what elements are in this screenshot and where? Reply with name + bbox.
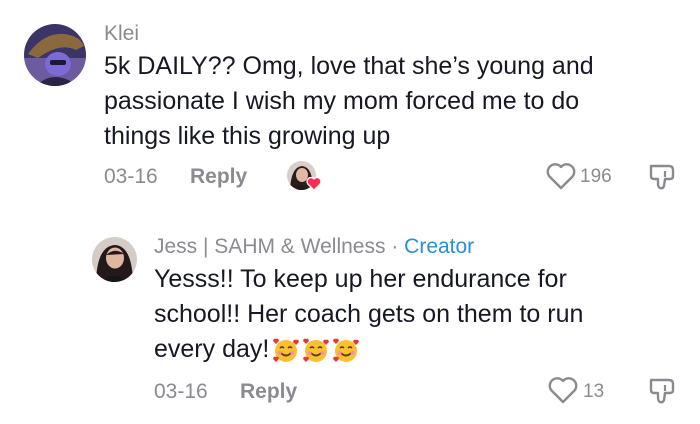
emoji-group (271, 335, 361, 365)
comment-text-line: things like this growing up (104, 122, 391, 150)
dislike-icon (649, 164, 675, 190)
comment-date: 03-16 (104, 165, 158, 188)
reply-text-line: Yesss!! To keep up her endurance for (154, 265, 567, 293)
comment-text: 5k DAILY?? Omg, love that she’s young an… (104, 49, 664, 154)
creator-liked-badge (287, 161, 323, 193)
comment-like-button[interactable] (545, 162, 577, 191)
reply-username[interactable]: Jess | SAHM & Wellness (154, 235, 385, 258)
comment-reply-button[interactable]: Reply (190, 165, 247, 189)
smiling-face-with-hearts-emoji (273, 338, 300, 362)
commenter-avatar[interactable] (24, 24, 86, 86)
reply-like-button[interactable] (547, 376, 579, 405)
comment-like-count: 196 (580, 166, 612, 187)
commenter-username[interactable]: Klei (104, 22, 139, 46)
reply-text-line: school!! Her coach gets on them to run (154, 300, 584, 328)
reply-dislike-button[interactable] (645, 376, 679, 406)
user-avatar-icon (24, 24, 86, 86)
heart-outline-icon (548, 377, 578, 404)
user-avatar-icon (92, 237, 137, 282)
heart-outline-icon (546, 163, 576, 190)
reply-author-line: Jess | SAHM & Wellness · Creator (154, 235, 474, 259)
name-separator: · (391, 235, 399, 258)
creator-avatar[interactable] (92, 237, 137, 282)
reply-date: 03-16 (154, 380, 208, 403)
reply-reply-button[interactable]: Reply (240, 380, 297, 404)
creator-badge: Creator (404, 235, 475, 258)
comment-dislike-button[interactable] (645, 162, 679, 192)
reply-text: Yesss!! To keep up her endurance for sch… (154, 262, 674, 367)
dislike-icon (649, 378, 675, 404)
smiling-face-with-hearts-emoji (333, 338, 360, 362)
comment-text-line: 5k DAILY?? Omg, love that she’s young an… (104, 52, 594, 80)
smiling-face-with-hearts-emoji (303, 338, 330, 362)
reply-text-line: every day! (154, 335, 270, 363)
comment-text-line: passionate I wish my mom forced me to do (104, 87, 580, 115)
reply-like-count: 13 (583, 381, 605, 402)
creator-liked-heart-icon (306, 176, 322, 191)
reply-text-line-with-emojis: every day! (154, 332, 674, 367)
